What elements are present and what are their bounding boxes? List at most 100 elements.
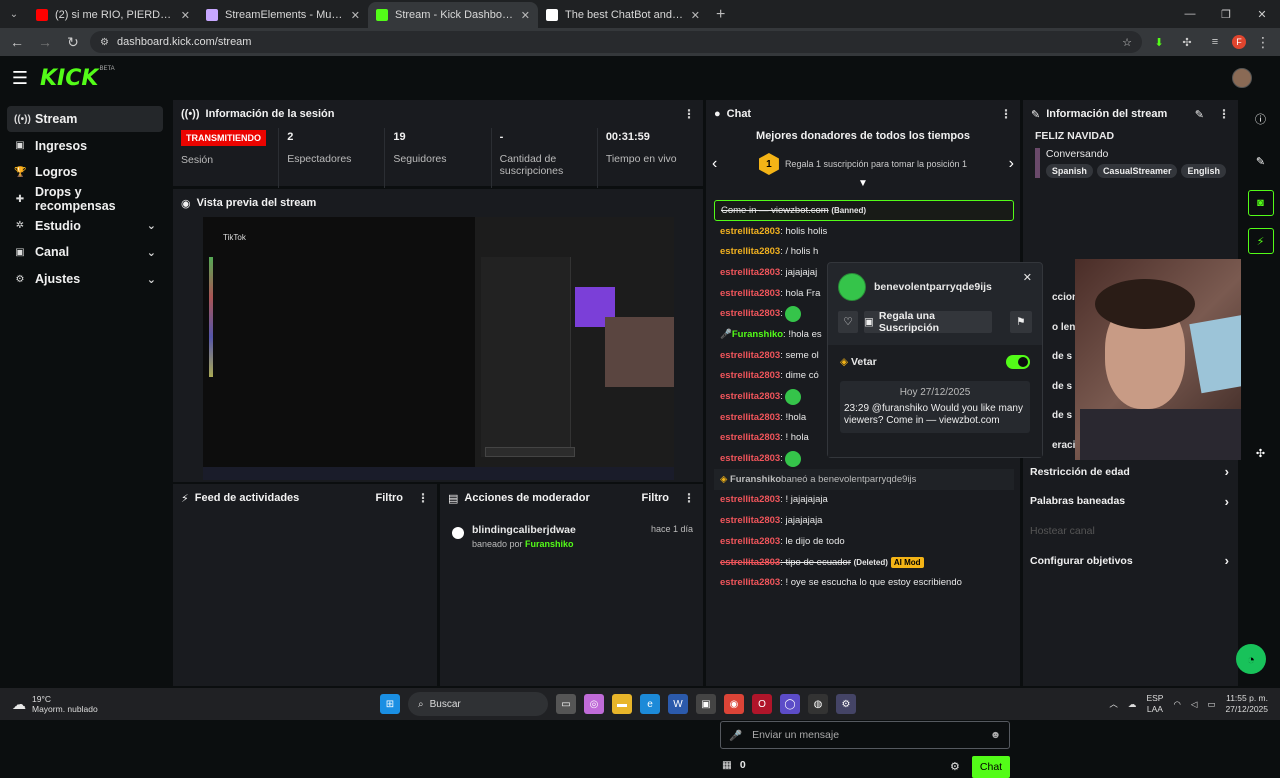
chat-message[interactable]: estrellita2803: tipo de ecuador (Deleted… [714, 552, 1014, 573]
forward-button[interactable]: → [34, 31, 56, 53]
maximize-button[interactable]: ❐ [1208, 0, 1244, 28]
tab-close-icon[interactable]: ✕ [181, 9, 190, 22]
info-menu-icon[interactable]: ⋮ [1218, 107, 1230, 121]
settings-icon[interactable]: ⚙ [836, 694, 856, 714]
browser-tab[interactable]: (2) si me RIO, PIERDO DINERO✕ [28, 2, 198, 28]
chat-message[interactable]: estrellita2803: jajajajaja [714, 510, 1014, 531]
word-icon[interactable]: W [668, 694, 688, 714]
popup-close-icon[interactable]: ✕ [1023, 271, 1032, 284]
url-field[interactable]: ⚙ dashboard.kick.com/stream ☆ [90, 31, 1142, 53]
onedrive-icon[interactable]: ☁ [1128, 699, 1137, 710]
activity-filter-button[interactable]: Filtro [376, 492, 404, 504]
sidebar-item-ajustes[interactable]: ⚙ Ajustes ⌄ [7, 266, 163, 292]
clock[interactable]: 11:55 p. m. 27/12/2025 [1225, 693, 1268, 715]
battery-icon[interactable]: ▭ [1207, 699, 1215, 710]
file-explorer-icon[interactable]: ▬ [612, 694, 632, 714]
chat-message[interactable]: estrellita2803: ! jajajajaja [714, 490, 1014, 511]
camera-toggle-icon[interactable]: ◙ [1247, 190, 1274, 216]
reload-button[interactable]: ↻ [62, 31, 84, 53]
stream-tag[interactable]: Spanish [1045, 164, 1093, 178]
site-info-icon[interactable]: ⚙ [100, 37, 109, 48]
points-display[interactable]: ▦ 0 [722, 759, 746, 771]
media-control-icon[interactable]: ≡ [1204, 31, 1226, 53]
pencil-icon[interactable]: ✎ [1248, 148, 1274, 174]
sidebar-item-estudio[interactable]: ✲ Estudio ⌄ [7, 213, 163, 239]
info-icon[interactable]: ⓘ [1248, 106, 1274, 132]
chat-message[interactable]: estrellita2803: holis holis [714, 221, 1014, 242]
sidebar-item-stream[interactable]: ((•)) Stream [7, 106, 163, 132]
session-menu-icon[interactable]: ⋮ [683, 107, 695, 121]
chrome-icon[interactable]: ◉ [724, 694, 744, 714]
setting-row[interactable]: Configurar objetivos › [1023, 546, 1238, 576]
chat-menu-icon[interactable]: ⋮ [1000, 107, 1012, 121]
browser-tab[interactable]: The best ChatBot and Widgets✕ [538, 2, 708, 28]
tray-expand-icon[interactable]: ︿ [1109, 698, 1118, 710]
opera-icon[interactable]: O [752, 694, 772, 714]
setting-row[interactable]: Palabras baneadas › [1023, 487, 1238, 517]
tab-close-icon[interactable]: ✕ [521, 9, 530, 22]
volume-icon[interactable]: ◁ [1191, 699, 1198, 710]
moderator-menu-icon[interactable]: ⋮ [683, 491, 695, 505]
donors-prev-button[interactable]: ‹ [712, 155, 717, 173]
browser-tab[interactable]: Stream - Kick Dashboard ✕ [368, 2, 538, 28]
lightning-toggle-icon[interactable]: ⚡ [1247, 228, 1274, 254]
obs-icon[interactable]: ◍ [808, 694, 828, 714]
sidebar-item-canal[interactable]: ▣ Canal ⌄ [7, 239, 163, 265]
app-circle-icon[interactable]: ◯ [780, 694, 800, 714]
task-view-icon[interactable]: ▭ [556, 694, 576, 714]
edge-icon[interactable]: e [640, 694, 660, 714]
chat-message[interactable]: estrellita2803: ! oye se escucha lo que … [714, 572, 1014, 593]
emoji-icon[interactable]: ☻ [990, 729, 1001, 741]
stream-preview-video[interactable]: TikTok [203, 217, 674, 480]
extensions-puzzle-icon[interactable]: ✣ [1176, 31, 1198, 53]
veto-toggle[interactable] [1006, 355, 1030, 369]
tab-close-icon[interactable]: ✕ [691, 9, 700, 22]
popup-more-button[interactable]: ⚑ [1010, 311, 1032, 333]
tab-close-icon[interactable]: ✕ [351, 9, 360, 22]
app-icon[interactable]: ▣ [696, 694, 716, 714]
sidebar-item-ingresos[interactable]: ▣ Ingresos [7, 133, 163, 159]
kick-logo[interactable]: KICKBETA [40, 66, 115, 91]
new-tab-button[interactable]: + [708, 2, 733, 28]
wifi-icon[interactable]: ◠ [1173, 699, 1180, 710]
donors-next-button[interactable]: › [1009, 155, 1014, 173]
chat-message[interactable]: estrellita2803: le dijo de todo [714, 531, 1014, 552]
close-window-button[interactable]: ✕ [1244, 0, 1280, 28]
puzzle-icon[interactable]: ✣ [1248, 440, 1274, 466]
chat-input[interactable]: 🎤 Enviar un mensaje ☻ [720, 721, 1010, 749]
moderator-filter-button[interactable]: Filtro [642, 492, 670, 504]
popup-username[interactable]: benevolentparryqde9ijs [874, 281, 992, 293]
chat-message[interactable]: ◈ Furanshiko baneó a benevolentparryqde9… [714, 468, 1014, 490]
language-indicator[interactable]: ESP LAA [1146, 693, 1163, 715]
back-button[interactable]: ← [6, 31, 28, 53]
start-menu-icon[interactable]: ⊞ [380, 694, 400, 714]
profile-avatar[interactable]: F [1232, 35, 1246, 49]
menu-hamburger-icon[interactable]: ☰ [0, 56, 40, 100]
moderator-action-item[interactable]: blindingcaliberjdwae baneado por Furansh… [440, 512, 703, 549]
copilot-icon[interactable]: ◎ [584, 694, 604, 714]
browser-tab[interactable]: StreamElements - Multi-Stream✕ [198, 2, 368, 28]
support-chat-button[interactable]: ◔ [1236, 644, 1266, 674]
taskbar-search[interactable]: ⌕ Buscar [408, 692, 548, 716]
follow-heart-button[interactable]: ♡ [838, 311, 858, 333]
setting-row[interactable]: Hostear canal [1023, 516, 1238, 546]
activity-menu-icon[interactable]: ⋮ [417, 491, 429, 505]
gift-subscription-button[interactable]: ▣ Regala una Suscripción [864, 310, 992, 334]
sidebar-item-logros[interactable]: 🏆 Logros [7, 159, 163, 185]
stream-tag[interactable]: English [1181, 164, 1226, 178]
pinned-icon[interactable]: ▼ [706, 178, 1020, 189]
minimize-button[interactable]: — [1172, 0, 1208, 28]
user-avatar[interactable] [1232, 68, 1252, 88]
chat-settings-icon[interactable]: ⚙ [950, 760, 960, 773]
stream-tag[interactable]: CasualStreamer [1096, 164, 1178, 178]
bookmark-star-icon[interactable]: ☆ [1122, 36, 1132, 49]
edit-icon[interactable]: ✎ [1195, 108, 1204, 121]
browser-menu-icon[interactable]: ⋮ [1252, 31, 1274, 53]
chat-message[interactable]: estrellita2803: / holis h [714, 241, 1014, 262]
weather-widget[interactable]: ☁ 19°C Mayorm. nublado [0, 694, 200, 714]
chat-message[interactable]: Come in — viewzbot.com (Banned) [714, 200, 1014, 221]
setting-row[interactable]: Restricción de edad › [1023, 457, 1238, 487]
tab-search-button[interactable]: ⌄ [0, 0, 28, 28]
extension-icon[interactable]: ⬇ [1148, 31, 1170, 53]
sidebar-item-drops[interactable]: ✚ Drops y recompensas [7, 185, 163, 213]
